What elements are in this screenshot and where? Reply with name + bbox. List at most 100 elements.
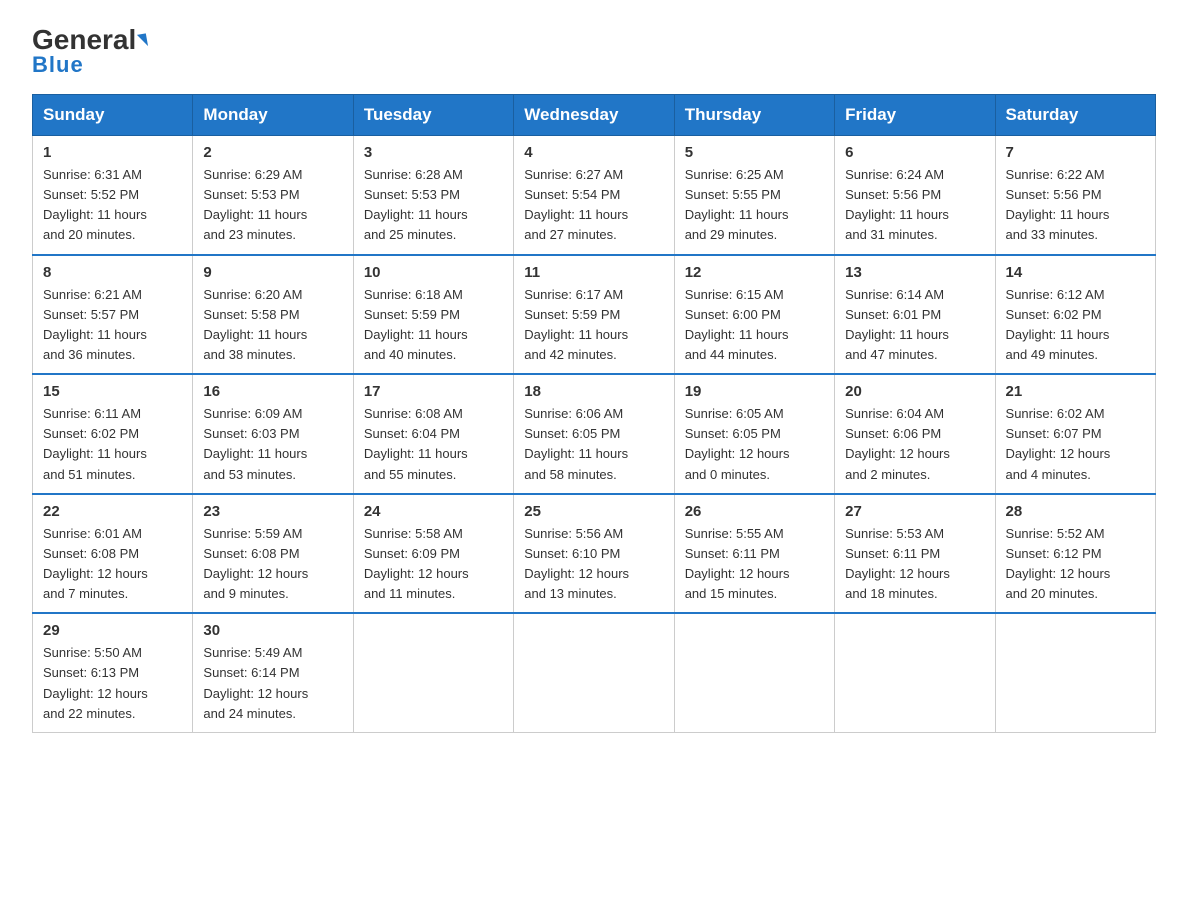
- calendar-cell: [674, 613, 834, 732]
- daylight-label: Daylight: 11 hours and 55 minutes.: [364, 446, 468, 481]
- sunset-label: Sunset: 6:06 PM: [845, 426, 941, 441]
- calendar-cell: 16 Sunrise: 6:09 AM Sunset: 6:03 PM Dayl…: [193, 374, 353, 494]
- daylight-label: Daylight: 12 hours and 0 minutes.: [685, 446, 790, 481]
- sunrise-label: Sunrise: 6:21 AM: [43, 287, 142, 302]
- calendar-cell: 7 Sunrise: 6:22 AM Sunset: 5:56 PM Dayli…: [995, 136, 1155, 255]
- calendar-cell: 20 Sunrise: 6:04 AM Sunset: 6:06 PM Dayl…: [835, 374, 995, 494]
- header-friday: Friday: [835, 95, 995, 136]
- header-tuesday: Tuesday: [353, 95, 513, 136]
- day-number: 16: [203, 383, 342, 400]
- day-number: 4: [524, 144, 663, 161]
- sunrise-label: Sunrise: 6:08 AM: [364, 406, 463, 421]
- calendar-cell: 12 Sunrise: 6:15 AM Sunset: 6:00 PM Dayl…: [674, 255, 834, 375]
- sunset-label: Sunset: 5:58 PM: [203, 307, 299, 322]
- sunrise-label: Sunrise: 5:55 AM: [685, 526, 784, 541]
- day-info: Sunrise: 6:02 AM Sunset: 6:07 PM Dayligh…: [1006, 404, 1145, 485]
- day-info: Sunrise: 6:12 AM Sunset: 6:02 PM Dayligh…: [1006, 285, 1145, 366]
- calendar-cell: [995, 613, 1155, 732]
- calendar-cell: 18 Sunrise: 6:06 AM Sunset: 6:05 PM Dayl…: [514, 374, 674, 494]
- day-info: Sunrise: 6:09 AM Sunset: 6:03 PM Dayligh…: [203, 404, 342, 485]
- header-thursday: Thursday: [674, 95, 834, 136]
- daylight-label: Daylight: 11 hours and 51 minutes.: [43, 446, 147, 481]
- header-saturday: Saturday: [995, 95, 1155, 136]
- calendar-cell: 11 Sunrise: 6:17 AM Sunset: 5:59 PM Dayl…: [514, 255, 674, 375]
- sunrise-label: Sunrise: 6:31 AM: [43, 167, 142, 182]
- calendar-cell: 23 Sunrise: 5:59 AM Sunset: 6:08 PM Dayl…: [193, 494, 353, 614]
- sunrise-label: Sunrise: 6:04 AM: [845, 406, 944, 421]
- sunset-label: Sunset: 6:02 PM: [1006, 307, 1102, 322]
- day-info: Sunrise: 6:25 AM Sunset: 5:55 PM Dayligh…: [685, 165, 824, 246]
- page-header: General Blue: [32, 24, 1156, 78]
- calendar-week-row: 8 Sunrise: 6:21 AM Sunset: 5:57 PM Dayli…: [33, 255, 1156, 375]
- daylight-label: Daylight: 12 hours and 15 minutes.: [685, 566, 790, 601]
- sunset-label: Sunset: 5:52 PM: [43, 187, 139, 202]
- calendar-cell: 14 Sunrise: 6:12 AM Sunset: 6:02 PM Dayl…: [995, 255, 1155, 375]
- day-number: 21: [1006, 383, 1145, 400]
- sunrise-label: Sunrise: 6:18 AM: [364, 287, 463, 302]
- sunset-label: Sunset: 6:04 PM: [364, 426, 460, 441]
- daylight-label: Daylight: 11 hours and 25 minutes.: [364, 207, 468, 242]
- day-info: Sunrise: 6:08 AM Sunset: 6:04 PM Dayligh…: [364, 404, 503, 485]
- day-number: 29: [43, 622, 182, 639]
- daylight-label: Daylight: 12 hours and 18 minutes.: [845, 566, 950, 601]
- day-info: Sunrise: 6:05 AM Sunset: 6:05 PM Dayligh…: [685, 404, 824, 485]
- calendar-cell: 24 Sunrise: 5:58 AM Sunset: 6:09 PM Dayl…: [353, 494, 513, 614]
- day-number: 1: [43, 144, 182, 161]
- sunset-label: Sunset: 5:57 PM: [43, 307, 139, 322]
- sunset-label: Sunset: 5:56 PM: [845, 187, 941, 202]
- day-info: Sunrise: 6:06 AM Sunset: 6:05 PM Dayligh…: [524, 404, 663, 485]
- sunrise-label: Sunrise: 6:17 AM: [524, 287, 623, 302]
- sunrise-label: Sunrise: 5:52 AM: [1006, 526, 1105, 541]
- sunset-label: Sunset: 6:08 PM: [43, 546, 139, 561]
- day-number: 5: [685, 144, 824, 161]
- calendar-cell: 5 Sunrise: 6:25 AM Sunset: 5:55 PM Dayli…: [674, 136, 834, 255]
- daylight-label: Daylight: 12 hours and 4 minutes.: [1006, 446, 1111, 481]
- header-sunday: Sunday: [33, 95, 193, 136]
- day-info: Sunrise: 6:15 AM Sunset: 6:00 PM Dayligh…: [685, 285, 824, 366]
- sunset-label: Sunset: 6:01 PM: [845, 307, 941, 322]
- day-info: Sunrise: 5:52 AM Sunset: 6:12 PM Dayligh…: [1006, 524, 1145, 605]
- calendar-cell: 30 Sunrise: 5:49 AM Sunset: 6:14 PM Dayl…: [193, 613, 353, 732]
- sunset-label: Sunset: 5:59 PM: [524, 307, 620, 322]
- day-number: 24: [364, 503, 503, 520]
- day-number: 8: [43, 264, 182, 281]
- calendar-cell: 21 Sunrise: 6:02 AM Sunset: 6:07 PM Dayl…: [995, 374, 1155, 494]
- sunrise-label: Sunrise: 6:06 AM: [524, 406, 623, 421]
- sunset-label: Sunset: 6:13 PM: [43, 665, 139, 680]
- day-info: Sunrise: 5:59 AM Sunset: 6:08 PM Dayligh…: [203, 524, 342, 605]
- daylight-label: Daylight: 12 hours and 2 minutes.: [845, 446, 950, 481]
- sunset-label: Sunset: 6:00 PM: [685, 307, 781, 322]
- calendar-week-row: 15 Sunrise: 6:11 AM Sunset: 6:02 PM Dayl…: [33, 374, 1156, 494]
- daylight-label: Daylight: 11 hours and 44 minutes.: [685, 327, 789, 362]
- sunrise-label: Sunrise: 6:01 AM: [43, 526, 142, 541]
- daylight-label: Daylight: 11 hours and 40 minutes.: [364, 327, 468, 362]
- day-number: 14: [1006, 264, 1145, 281]
- calendar-cell: [353, 613, 513, 732]
- sunrise-label: Sunrise: 5:56 AM: [524, 526, 623, 541]
- daylight-label: Daylight: 11 hours and 29 minutes.: [685, 207, 789, 242]
- calendar-cell: 26 Sunrise: 5:55 AM Sunset: 6:11 PM Dayl…: [674, 494, 834, 614]
- sunrise-label: Sunrise: 5:59 AM: [203, 526, 302, 541]
- day-info: Sunrise: 6:04 AM Sunset: 6:06 PM Dayligh…: [845, 404, 984, 485]
- day-number: 20: [845, 383, 984, 400]
- day-info: Sunrise: 6:31 AM Sunset: 5:52 PM Dayligh…: [43, 165, 182, 246]
- day-number: 19: [685, 383, 824, 400]
- calendar-cell: 4 Sunrise: 6:27 AM Sunset: 5:54 PM Dayli…: [514, 136, 674, 255]
- day-info: Sunrise: 5:58 AM Sunset: 6:09 PM Dayligh…: [364, 524, 503, 605]
- day-info: Sunrise: 5:53 AM Sunset: 6:11 PM Dayligh…: [845, 524, 984, 605]
- calendar-week-row: 29 Sunrise: 5:50 AM Sunset: 6:13 PM Dayl…: [33, 613, 1156, 732]
- sunrise-label: Sunrise: 6:22 AM: [1006, 167, 1105, 182]
- calendar-cell: 2 Sunrise: 6:29 AM Sunset: 5:53 PM Dayli…: [193, 136, 353, 255]
- daylight-label: Daylight: 11 hours and 42 minutes.: [524, 327, 628, 362]
- sunset-label: Sunset: 5:53 PM: [203, 187, 299, 202]
- sunrise-label: Sunrise: 6:25 AM: [685, 167, 784, 182]
- sunrise-label: Sunrise: 6:27 AM: [524, 167, 623, 182]
- sunset-label: Sunset: 6:10 PM: [524, 546, 620, 561]
- day-number: 30: [203, 622, 342, 639]
- sunset-label: Sunset: 6:05 PM: [524, 426, 620, 441]
- logo: General Blue: [32, 24, 148, 78]
- daylight-label: Daylight: 12 hours and 24 minutes.: [203, 686, 308, 721]
- day-number: 22: [43, 503, 182, 520]
- calendar-week-row: 22 Sunrise: 6:01 AM Sunset: 6:08 PM Dayl…: [33, 494, 1156, 614]
- calendar-cell: 8 Sunrise: 6:21 AM Sunset: 5:57 PM Dayli…: [33, 255, 193, 375]
